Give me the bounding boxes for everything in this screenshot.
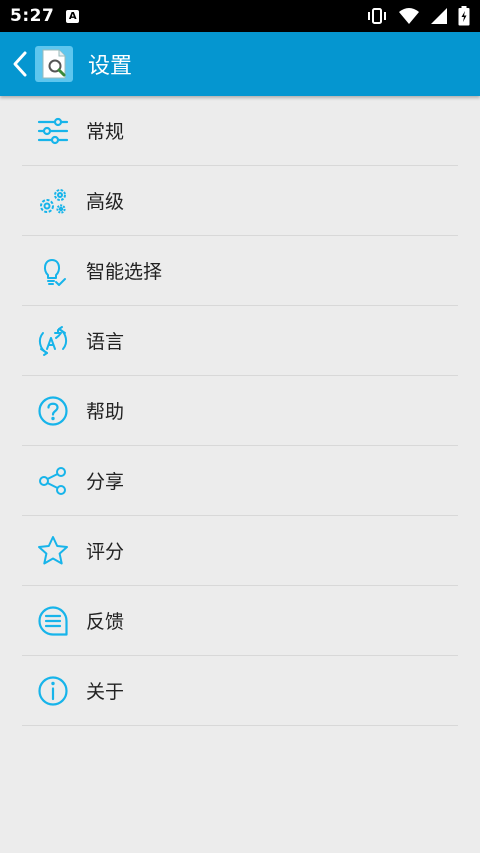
settings-list: 常规 高级 智能选择 语言 帮助 分享 评分 反馈 关于 — [22, 96, 458, 726]
lightbulb-icon — [22, 255, 84, 287]
translate-icon — [22, 325, 84, 357]
settings-item-general[interactable]: 常规 — [22, 96, 458, 166]
settings-item-label: 帮助 — [86, 401, 125, 423]
settings-item-help[interactable]: 帮助 — [22, 376, 458, 446]
sliders-icon — [22, 115, 84, 147]
notification-icon: A — [66, 9, 80, 23]
status-time: 5:27 — [10, 6, 55, 26]
settings-item-rate[interactable]: 评分 — [22, 516, 458, 586]
battery-icon — [458, 6, 470, 26]
document-search-icon — [34, 44, 74, 84]
settings-item-advanced[interactable]: 高级 — [22, 166, 458, 236]
settings-item-label: 语言 — [86, 331, 125, 353]
settings-item-feedback[interactable]: 反馈 — [22, 586, 458, 656]
settings-item-share[interactable]: 分享 — [22, 446, 458, 516]
app-bar: 设置 — [0, 32, 480, 96]
info-icon — [22, 675, 84, 707]
app-logo — [34, 44, 74, 84]
settings-item-label: 高级 — [86, 191, 125, 213]
page-title: 设置 — [88, 54, 133, 79]
settings-item-language[interactable]: 语言 — [22, 306, 458, 376]
settings-item-label: 常规 — [86, 121, 125, 143]
settings-item-smart-selection[interactable]: 智能选择 — [22, 236, 458, 306]
settings-item-label: 评分 — [86, 541, 125, 563]
signal-icon — [430, 7, 448, 25]
chevron-left-icon — [12, 50, 28, 78]
help-icon — [22, 395, 84, 427]
settings-item-label: 分享 — [86, 471, 125, 493]
settings-item-label: 智能选择 — [86, 261, 163, 283]
vibrate-icon — [366, 7, 388, 25]
settings-item-label: 反馈 — [86, 611, 125, 633]
settings-item-about[interactable]: 关于 — [22, 656, 458, 726]
wifi-icon — [398, 7, 420, 25]
settings-item-label: 关于 — [86, 681, 125, 703]
feedback-icon — [22, 605, 84, 637]
status-bar: 5:27 A — [0, 0, 480, 32]
share-icon — [22, 465, 84, 497]
gears-icon — [22, 185, 84, 217]
back-button[interactable] — [6, 32, 34, 96]
star-icon — [22, 535, 84, 567]
